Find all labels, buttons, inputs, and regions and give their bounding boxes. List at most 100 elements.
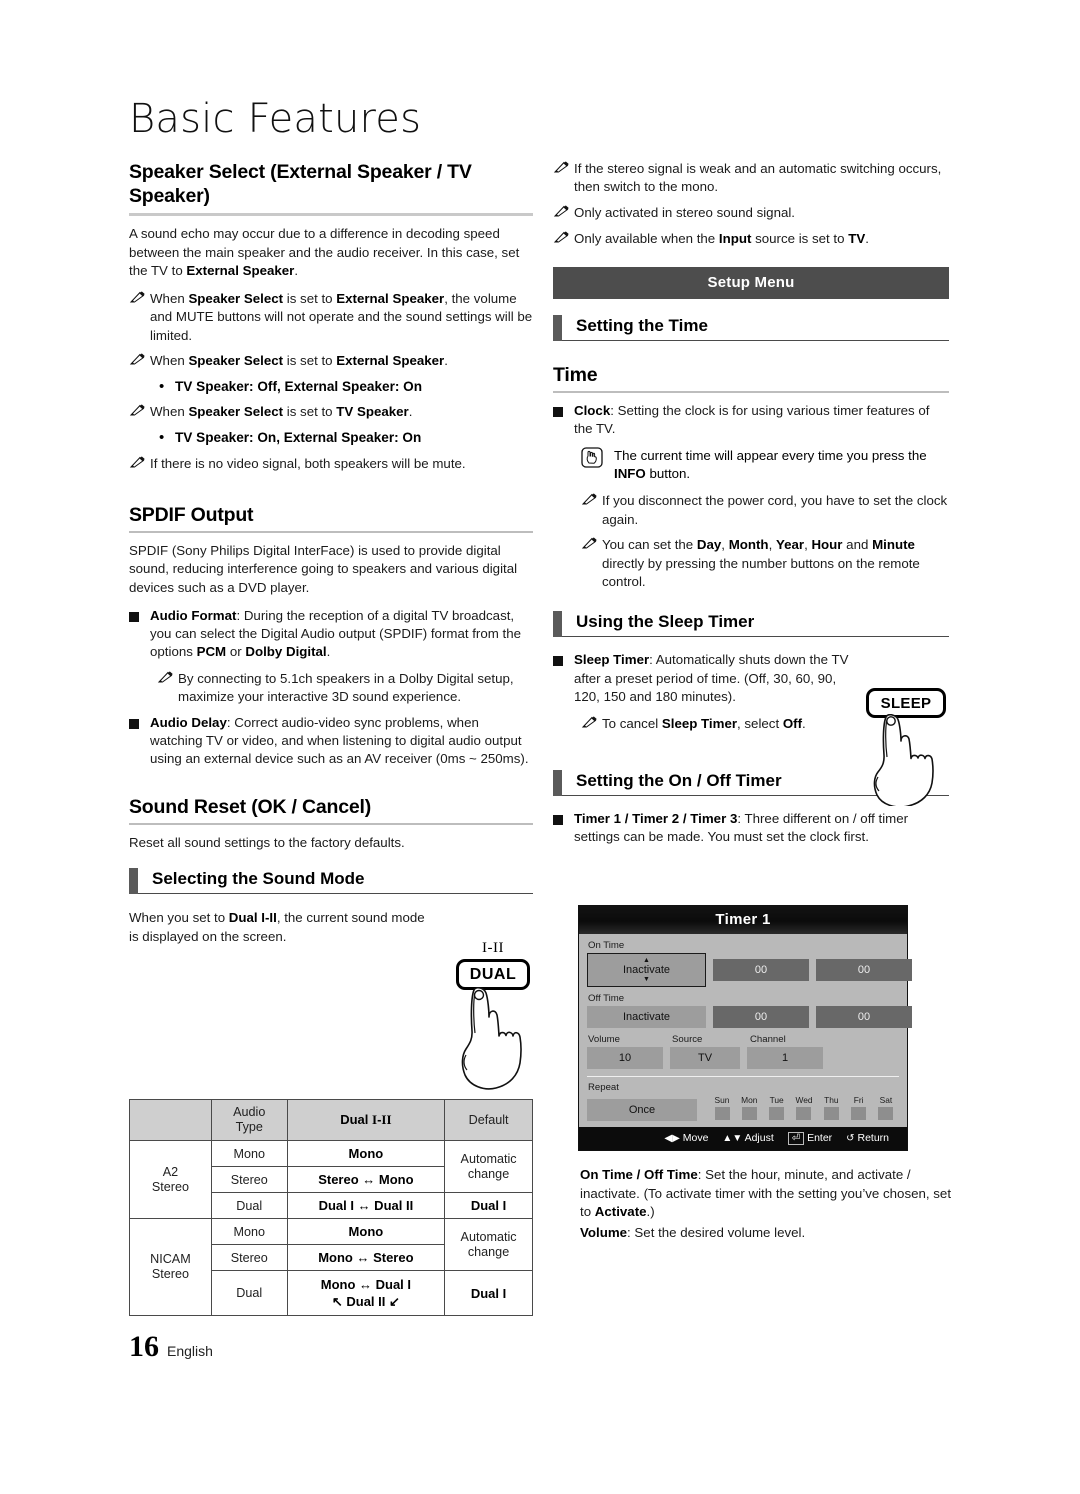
note-0-b2: External Speaker xyxy=(336,290,445,306)
note-0-mid: is set to xyxy=(283,290,337,306)
day-checkbox[interactable] xyxy=(741,1107,757,1120)
repeat-field[interactable]: Once xyxy=(587,1099,697,1121)
pencil-icon xyxy=(553,230,574,249)
spdif-intro: SPDIF (Sony Philips Digital InterFace) i… xyxy=(129,542,518,595)
activate-bold: Activate xyxy=(594,1204,647,1220)
table-cell-default: Automatic change xyxy=(444,1218,533,1271)
day-checkbox[interactable] xyxy=(796,1107,812,1120)
day-tue[interactable]: Tue xyxy=(764,1095,790,1120)
day-fri[interactable]: Fri xyxy=(846,1095,872,1120)
note-2-b2: TV Speaker xyxy=(336,404,409,420)
on-time-minute-field[interactable]: 00 xyxy=(816,959,912,981)
off-time-minute-field[interactable]: 00 xyxy=(816,1006,912,1028)
adjust-arrows-icon: ▲▼ xyxy=(722,1133,743,1144)
pencil-icon xyxy=(553,160,574,197)
page-footer: 16 English xyxy=(129,1330,213,1364)
note-row: If there is no video signal, both speake… xyxy=(129,455,533,474)
square-bullet-icon xyxy=(553,651,574,706)
day-checkbox[interactable] xyxy=(851,1107,867,1120)
page-language: English xyxy=(167,1343,213,1359)
speaker-intro-b: External Speaker xyxy=(186,263,295,279)
manual-page: Basic Features Speaker Select (External … xyxy=(0,0,1080,1494)
note-text: If you disconnect the power cord, you ha… xyxy=(602,493,948,527)
volume-desc: Volume: Set the desired volume level. xyxy=(580,1224,952,1243)
note-0-pre: When xyxy=(150,290,189,306)
heading-sound-reset: Sound Reset (OK / Cancel) xyxy=(129,795,533,825)
bullet-text: TV Speaker: On, External Speaker: On xyxy=(175,430,422,446)
remote-key-dual-top-label: I-II xyxy=(482,940,504,956)
table-cell-default: Dual I xyxy=(444,1192,533,1219)
source-label: Source xyxy=(672,1034,703,1045)
audio-format-text: Audio Format: During the reception of a … xyxy=(150,607,533,662)
day-sat[interactable]: Sat xyxy=(873,1095,899,1120)
setup-menu-banner: Setup Menu xyxy=(553,266,949,299)
off-time-hour-field[interactable]: 00 xyxy=(713,1006,809,1028)
day-wed[interactable]: Wed xyxy=(791,1095,817,1120)
volume-desc-body: : Set the desired volume level. xyxy=(627,1224,806,1240)
sleep-note-c: , select xyxy=(737,715,783,731)
pencil-icon xyxy=(129,352,150,371)
page-number: 16 xyxy=(129,1330,159,1363)
hint-move-label: Move xyxy=(682,1132,709,1144)
heading-speaker-select: Speaker Select (External Speaker / TV Sp… xyxy=(129,160,533,216)
note-text: When Speaker Select is set to TV Speaker… xyxy=(150,403,412,422)
table-cell-dual: Stereo ↔ Mono xyxy=(286,1166,446,1193)
day-thu[interactable]: Thu xyxy=(818,1095,844,1120)
note-text: Only activated in stereo sound signal. xyxy=(574,204,796,220)
vsc-label-row: Volume Source Channel xyxy=(587,1034,899,1047)
page-title: Basic Features xyxy=(129,96,422,142)
hand-note-row: The current time will appear every time … xyxy=(581,446,949,484)
hint-adjust: ▲▼ Adjust xyxy=(722,1132,773,1144)
note-input-a: Only available when the xyxy=(574,230,719,246)
day-checkbox[interactable] xyxy=(769,1107,785,1120)
on-time-row: ▲ Inactivate ▼ 00 00 xyxy=(587,953,912,987)
table-cell-type: Dual xyxy=(210,1270,288,1316)
day-checkbox[interactable] xyxy=(823,1107,839,1120)
remote-key-dual-button[interactable]: DUAL xyxy=(456,959,530,990)
table-cell-dual: Mono xyxy=(286,1218,446,1245)
day-mon[interactable]: Mon xyxy=(736,1095,762,1120)
osd-footer-hints: ◀▶ Move ▲▼ Adjust ⏎ Enter ↺ Return xyxy=(579,1127,907,1150)
section-title: Using the Sleep Timer xyxy=(562,611,949,638)
day-sun[interactable]: Sun xyxy=(709,1095,735,1120)
note-input-b: Input xyxy=(718,230,752,246)
move-arrows-icon: ◀▶ xyxy=(664,1133,680,1144)
section-title: Selecting the Sound Mode xyxy=(138,868,533,895)
bullet-text: TV Speaker: Off, External Speaker: On xyxy=(175,379,423,394)
note-text: To cancel Sleep Timer, select Off. xyxy=(602,715,806,734)
heading-using-sleep-timer: Using the Sleep Timer xyxy=(553,611,949,638)
sound-reset-text: Reset all sound settings to the factory … xyxy=(129,834,405,850)
channel-field[interactable]: 1 xyxy=(747,1047,823,1069)
note-2-mid: is set to xyxy=(283,404,337,420)
hour-bold: Hour xyxy=(811,537,843,553)
month-bold: Month xyxy=(728,537,769,553)
table-row: NICAM Stereo Mono Mono Automatic change xyxy=(129,1218,533,1316)
source-field[interactable]: TV xyxy=(670,1047,740,1069)
day-checkbox[interactable] xyxy=(714,1107,730,1120)
repeat-label: Repeat xyxy=(588,1082,619,1093)
note-text: By connecting to 5.1ch speakers in a Dol… xyxy=(178,670,514,705)
note-text: If there is no video signal, both speake… xyxy=(150,455,466,471)
section-title: Setting the Time xyxy=(562,315,949,341)
volume-field[interactable]: 10 xyxy=(587,1047,663,1069)
off-time-mode-field[interactable]: Inactivate xyxy=(587,1006,706,1028)
sleep-note-e: . xyxy=(802,715,806,731)
audio-format-option-dolby: Dolby Digital xyxy=(245,644,327,660)
bullet-square-row: Clock: Setting the clock is for using va… xyxy=(553,402,949,439)
table-header-cell-audio-type: Audio Type xyxy=(210,1099,288,1141)
left-column: Speaker Select (External Speaker / TV Sp… xyxy=(129,160,533,956)
audio-delay-label: Audio Delay xyxy=(150,714,227,730)
pencil-icon xyxy=(129,455,150,474)
hand-pointer-icon xyxy=(873,714,934,806)
year-bold: Year xyxy=(775,537,805,553)
note-input-c: source is set to xyxy=(751,230,849,246)
on-time-mode-field[interactable]: ▲ Inactivate ▼ xyxy=(587,953,706,987)
note-row: If you disconnect the power cord, you ha… xyxy=(581,492,949,529)
heading-spdif-output: SPDIF Output xyxy=(129,503,533,533)
table-cell-type: Stereo xyxy=(210,1166,288,1193)
speaker-intro-c: . xyxy=(294,263,299,279)
day-checkbox[interactable] xyxy=(878,1107,894,1120)
table-cell-type: Stereo xyxy=(210,1244,288,1271)
on-time-hour-field[interactable]: 00 xyxy=(713,959,809,981)
note-row: You can set the Day, Month, Year, Hour a… xyxy=(581,536,949,591)
